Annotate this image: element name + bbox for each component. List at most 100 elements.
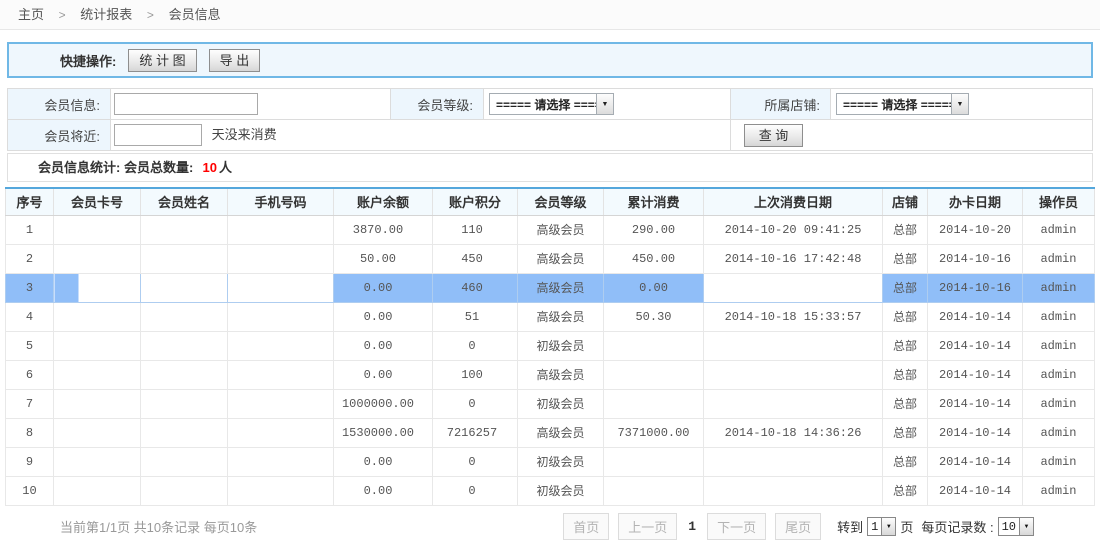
table-row[interactable]: 40.0051高级会员50.302014-10-18 15:33:57总部201… xyxy=(6,302,1095,331)
table-row[interactable]: 13870.00110高级会员290.002014-10-20 09:41:25… xyxy=(6,215,1095,244)
member-near-cell: 天没来消费 xyxy=(111,120,731,151)
cell-open-date: 2014-10-14 xyxy=(928,389,1023,418)
breadcrumb-separator: > xyxy=(147,8,154,22)
cell-index: 10 xyxy=(6,476,54,505)
cell-total-spend xyxy=(604,447,704,476)
cell-name xyxy=(141,331,228,360)
member-info-input[interactable] xyxy=(114,93,258,115)
cell-index: 1 xyxy=(6,215,54,244)
cell-operator: admin xyxy=(1023,273,1095,302)
cell-balance: 1530000.00 xyxy=(334,418,433,447)
table-row[interactable]: 90.000初级会员总部2014-10-14admin xyxy=(6,447,1095,476)
cell-balance: 0.00 xyxy=(334,447,433,476)
cell-index: 8 xyxy=(6,418,54,447)
member-level-selected-value: ===== 请选择 ===== xyxy=(490,96,596,113)
cell-card-number xyxy=(54,244,141,273)
cell-name xyxy=(141,360,228,389)
goto-page-label: 转到 xyxy=(837,517,863,536)
cell-store: 总部 xyxy=(883,273,928,302)
cell-open-date: 2014-10-14 xyxy=(928,476,1023,505)
goto-page-select[interactable]: 1 ▼ xyxy=(867,517,896,536)
cell-last-spend-date xyxy=(704,273,883,302)
goto-page-value: 1 xyxy=(868,520,881,534)
cell-level: 高级会员 xyxy=(518,215,604,244)
cell-card-number xyxy=(54,331,141,360)
cell-total-spend xyxy=(604,360,704,389)
cell-level: 高级会员 xyxy=(518,418,604,447)
cell-store: 总部 xyxy=(883,331,928,360)
cell-index: 2 xyxy=(6,244,54,273)
cell-name xyxy=(141,244,228,273)
cell-phone xyxy=(228,418,334,447)
search-button[interactable]: 查 询 xyxy=(744,124,803,147)
cell-level: 初级会员 xyxy=(518,476,604,505)
breadcrumb-current: 会员信息 xyxy=(169,7,221,22)
cell-balance: 0.00 xyxy=(334,331,433,360)
cell-phone xyxy=(228,302,334,331)
breadcrumb-reports[interactable]: 统计报表 xyxy=(80,7,132,22)
cell-name xyxy=(141,302,228,331)
page-size-label: 每页记录数 : xyxy=(921,517,993,536)
cell-balance: 0.00 xyxy=(334,302,433,331)
table-row[interactable]: 81530000.007216257高级会员7371000.002014-10-… xyxy=(6,418,1095,447)
cell-operator: admin xyxy=(1023,331,1095,360)
prev-page-button[interactable]: 上一页 xyxy=(618,513,677,540)
cell-open-date: 2014-10-16 xyxy=(928,244,1023,273)
breadcrumb-home[interactable]: 主页 xyxy=(18,7,44,22)
cell-card-number xyxy=(54,215,141,244)
column-header-total-spend: 累计消费 xyxy=(604,188,704,215)
last-page-button[interactable]: 尾页 xyxy=(775,513,821,540)
cell-index: 4 xyxy=(6,302,54,331)
column-header-balance: 账户余额 xyxy=(334,188,433,215)
cell-last-spend-date xyxy=(704,360,883,389)
cell-store: 总部 xyxy=(883,215,928,244)
stats-total-label: 会员总数量: xyxy=(124,160,193,175)
table-row[interactable]: 250.00450高级会员450.002014-10-16 17:42:48总部… xyxy=(6,244,1095,273)
table-row[interactable]: 50.000初级会员总部2014-10-14admin xyxy=(6,331,1095,360)
export-button[interactable]: 导 出 xyxy=(209,49,261,72)
cell-index: 6 xyxy=(6,360,54,389)
pagination-summary: 当前第1/1页 共10条记录 每页10条 xyxy=(60,517,257,536)
store-label: 所属店铺: xyxy=(731,89,831,120)
days-suffix-label: 天没来消费 xyxy=(212,127,277,142)
member-info-label: 会员信息: xyxy=(8,89,111,120)
column-header-points: 账户积分 xyxy=(433,188,518,215)
page-size-select[interactable]: 10 ▼ xyxy=(998,517,1034,536)
cell-level: 高级会员 xyxy=(518,302,604,331)
column-header-index: 序号 xyxy=(6,188,54,215)
cell-level: 高级会员 xyxy=(518,244,604,273)
cell-card-number xyxy=(54,447,141,476)
member-table-header: 序号会员卡号会员姓名手机号码账户余额账户积分会员等级累计消费上次消费日期店铺办卡… xyxy=(6,188,1095,215)
cell-name xyxy=(141,273,228,302)
cell-balance: 3870.00 xyxy=(334,215,433,244)
cell-open-date: 2014-10-20 xyxy=(928,215,1023,244)
cell-card-number xyxy=(54,302,141,331)
cell-phone xyxy=(228,447,334,476)
next-page-button[interactable]: 下一页 xyxy=(707,513,766,540)
cell-operator: admin xyxy=(1023,476,1095,505)
breadcrumb-separator: > xyxy=(59,8,66,22)
table-row[interactable]: 71000000.000初级会员总部2014-10-14admin xyxy=(6,389,1095,418)
table-row[interactable]: 60.00100高级会员总部2014-10-14admin xyxy=(6,360,1095,389)
cell-balance: 0.00 xyxy=(334,476,433,505)
cell-points: 0 xyxy=(433,331,518,360)
cell-index: 5 xyxy=(6,331,54,360)
cell-card-number xyxy=(54,360,141,389)
cell-open-date: 2014-10-14 xyxy=(928,331,1023,360)
statistics-chart-button[interactable]: 统 计 图 xyxy=(128,49,196,72)
cell-operator: admin xyxy=(1023,447,1095,476)
cell-points: 110 xyxy=(433,215,518,244)
days-input[interactable] xyxy=(114,124,202,146)
table-row[interactable]: 100.000初级会员总部2014-10-14admin xyxy=(6,476,1095,505)
cell-level: 初级会员 xyxy=(518,447,604,476)
member-level-select[interactable]: ===== 请选择 ===== ▼ xyxy=(489,93,614,115)
cell-index: 7 xyxy=(6,389,54,418)
cell-name xyxy=(141,215,228,244)
table-row[interactable]: 30.00460高级会员0.00总部2014-10-16admin xyxy=(6,273,1095,302)
first-page-button[interactable]: 首页 xyxy=(563,513,609,540)
cell-phone xyxy=(228,215,334,244)
cell-open-date: 2014-10-14 xyxy=(928,302,1023,331)
cell-last-spend-date xyxy=(704,389,883,418)
stats-count: 10 xyxy=(203,160,217,175)
store-select[interactable]: ===== 请选择 ===== ▼ xyxy=(836,93,969,115)
